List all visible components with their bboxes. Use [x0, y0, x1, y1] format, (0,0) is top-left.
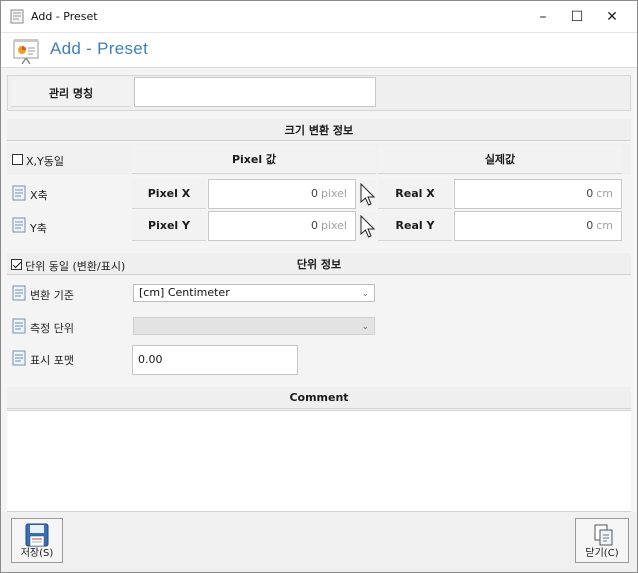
- cursor-arrow-icon: [360, 214, 376, 238]
- pixel-y-input[interactable]: 0 pixel: [208, 211, 356, 241]
- dialog-header: Add - Preset: [1, 32, 637, 68]
- measure-unit-select[interactable]: ⌄: [133, 317, 375, 335]
- measure-unit-label: 측정 단위: [30, 322, 74, 335]
- pixel-y-label: Pixel Y: [132, 211, 206, 241]
- app-document-icon: [10, 9, 24, 24]
- x-axis-label: X축: [30, 189, 48, 202]
- cursor-arrow-icon: [360, 182, 376, 206]
- title-bar: Add - Preset – ☐ ✕: [1, 1, 637, 32]
- real-x-label: Real X: [378, 179, 452, 209]
- minimize-button[interactable]: –: [526, 1, 560, 32]
- real-y-label: Real Y: [378, 211, 452, 241]
- close-button[interactable]: 닫기(C): [575, 518, 629, 563]
- comment-textarea[interactable]: [7, 410, 631, 512]
- unit-same-checkbox[interactable]: [11, 259, 22, 270]
- window-title: Add - Preset: [31, 10, 98, 23]
- management-name-label: 관리 명칭: [11, 79, 131, 107]
- page-title: Add - Preset: [50, 39, 149, 58]
- y-axis-label: Y축: [30, 222, 47, 235]
- maximize-button[interactable]: ☐: [560, 1, 594, 32]
- management-name-input[interactable]: [134, 77, 376, 107]
- real-y-input[interactable]: 0 cm: [454, 211, 622, 241]
- footer-bar: [1, 512, 637, 572]
- pixel-x-label: Pixel X: [132, 179, 206, 209]
- x-axis-doc-icon: [12, 185, 26, 201]
- display-format-label: 표시 포맷: [30, 354, 74, 367]
- save-button-label: 저장(S): [20, 548, 54, 559]
- presentation-board-icon: [13, 39, 39, 65]
- chevron-down-icon: ⌄: [361, 322, 369, 332]
- save-button[interactable]: 저장(S): [11, 518, 63, 563]
- comment-section-title: Comment: [7, 387, 631, 409]
- measure-doc-icon: [12, 318, 26, 334]
- xy-same-label: X,Y동일: [26, 155, 64, 168]
- conversion-basis-select[interactable]: [cm] Centimeter ⌄: [133, 284, 375, 302]
- real-x-input[interactable]: 0 cm: [454, 179, 622, 209]
- real-value-header: 실제값: [378, 145, 622, 174]
- preset-window: Add - Preset – ☐ ✕ Add - Preset 관리 명칭 크기…: [0, 0, 638, 573]
- chevron-down-icon: ⌄: [361, 289, 369, 299]
- xy-same-checkbox[interactable]: [12, 154, 23, 165]
- unit-same-label: 단위 동일 (변환/표시): [25, 260, 126, 273]
- conversion-basis-label: 변환 기준: [30, 289, 74, 302]
- close-button-label: 닫기(C): [585, 548, 619, 559]
- pick-pixel-y-button[interactable]: [358, 212, 376, 240]
- pixel-x-input[interactable]: 0 pixel: [208, 179, 356, 209]
- conversion-doc-icon: [12, 285, 26, 301]
- pick-pixel-x-button[interactable]: [358, 180, 376, 208]
- unit-section-title: 단위 정보: [296, 257, 342, 271]
- format-doc-icon: [12, 350, 26, 366]
- pixel-value-header: Pixel 값: [132, 145, 376, 174]
- y-axis-doc-icon: [12, 217, 26, 233]
- close-window-button[interactable]: ✕: [595, 1, 629, 32]
- display-format-input[interactable]: 0.00: [132, 345, 298, 375]
- size-section-title: 크기 변환 정보: [7, 119, 631, 141]
- close-doc-icon: [594, 524, 613, 546]
